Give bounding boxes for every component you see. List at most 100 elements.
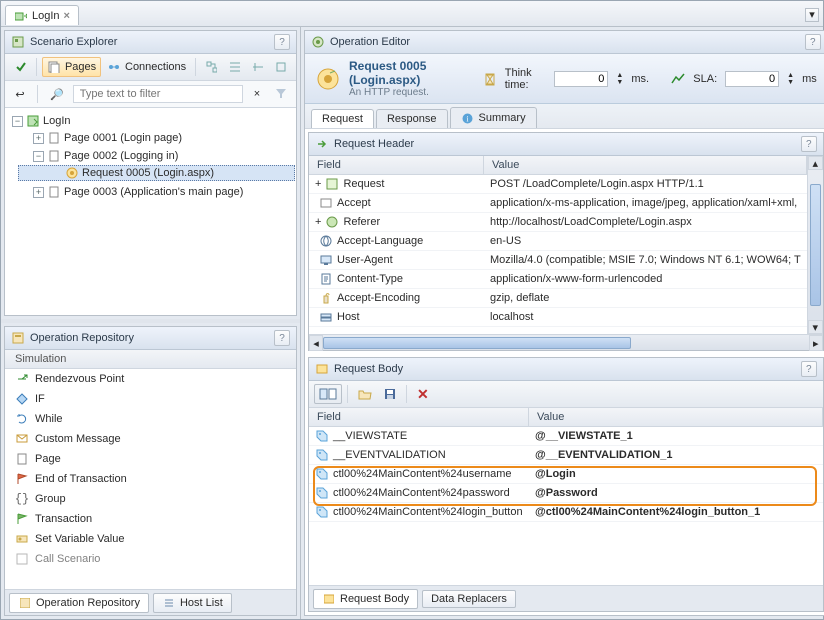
op-editor-header: Operation Editor ? — [305, 31, 824, 54]
page-icon — [47, 185, 61, 199]
tree-node-root[interactable]: LogIn — [43, 115, 71, 127]
body-view-toggle[interactable] — [314, 384, 342, 404]
expand-toggle[interactable]: + — [315, 216, 321, 228]
page-icon — [15, 452, 29, 466]
spin-down[interactable]: ▼ — [787, 79, 794, 86]
tab-summary[interactable]: iSummary — [450, 107, 537, 128]
tree-node-page1[interactable]: Page 0001 (Login page) — [64, 132, 182, 144]
list-item[interactable]: Page — [5, 449, 296, 469]
help-button[interactable]: ? — [274, 330, 290, 346]
body-bottom-tabs: Request Body Data Replacers — [309, 585, 823, 611]
col-value[interactable]: Value — [484, 156, 807, 174]
request-body-title: Request Body — [334, 363, 796, 375]
tree-btn-3[interactable] — [247, 57, 268, 77]
script-icon — [26, 114, 40, 128]
host-icon — [319, 310, 333, 324]
spin-up[interactable]: ▲ — [616, 72, 623, 79]
col-field[interactable]: Field — [309, 156, 484, 174]
help-button[interactable]: ? — [274, 34, 290, 50]
body-toolbar: ✕ — [309, 381, 823, 408]
main-tab-label: LogIn — [32, 10, 60, 22]
list-item[interactable]: End of Transaction — [5, 469, 296, 489]
request-body-grid[interactable]: Field Value __VIEWSTATE@__VIEWSTATE_1 __… — [309, 408, 823, 585]
h-scrollbar[interactable]: ◂▸ — [309, 334, 823, 350]
connections-button[interactable]: Connections — [103, 57, 190, 77]
filter-shape-button[interactable] — [271, 84, 291, 104]
tab-op-repo[interactable]: Operation Repository — [9, 593, 149, 613]
pages-icon — [47, 60, 61, 74]
request-header-panel: Request Header ? — [309, 133, 823, 156]
sla-input[interactable] — [725, 71, 779, 87]
list-item[interactable]: IF — [5, 389, 296, 409]
col-field[interactable]: Field — [309, 408, 529, 426]
tree-btn-4[interactable] — [270, 57, 291, 77]
op-repo-group: Simulation — [5, 350, 296, 369]
tag-icon — [315, 448, 329, 462]
call-icon — [15, 552, 29, 566]
tree-node-page2[interactable]: Page 0002 (Logging in) — [64, 150, 178, 162]
expand-toggle[interactable]: + — [33, 187, 44, 198]
request-icon — [315, 66, 341, 92]
ms-label: ms — [802, 73, 817, 85]
list-item[interactable]: Custom Message — [5, 429, 296, 449]
find-button[interactable]: 🔎 — [45, 84, 69, 104]
tab-overflow-button[interactable]: ▾ — [805, 8, 819, 22]
tab-data-replacers[interactable]: Data Replacers — [422, 590, 516, 608]
body-icon — [315, 362, 329, 376]
accept-icon — [319, 196, 333, 210]
op-repo-icon — [18, 596, 32, 610]
close-icon[interactable]: × — [64, 10, 70, 22]
think-time-input[interactable] — [554, 71, 608, 87]
expand-toggle[interactable]: − — [33, 151, 44, 162]
filter-row: ↩ 🔎 × — [5, 81, 296, 108]
expand-toggle[interactable]: − — [12, 116, 23, 127]
tag-icon — [315, 429, 329, 443]
list-item[interactable]: {}Group — [5, 489, 296, 509]
left-splitter[interactable] — [1, 319, 300, 323]
sla-icon — [671, 72, 685, 86]
help-button[interactable]: ? — [801, 136, 817, 152]
tree-btn-1[interactable] — [201, 57, 222, 77]
encoding-icon — [319, 291, 333, 305]
transaction-icon — [15, 512, 29, 526]
expand-toggle[interactable]: + — [315, 178, 321, 190]
tree-node-page3[interactable]: Page 0003 (Application's main page) — [64, 186, 243, 198]
spin-down[interactable]: ▼ — [616, 79, 623, 86]
pages-label: Pages — [65, 61, 96, 73]
op-title: Request 0005 (Login.aspx) — [349, 59, 467, 87]
tag-icon — [315, 486, 329, 500]
info-icon: i — [461, 111, 475, 125]
list-item[interactable]: Set Variable Value — [5, 529, 296, 549]
expand-toggle[interactable]: + — [33, 133, 44, 144]
save-button[interactable] — [379, 384, 401, 404]
help-button[interactable]: ? — [801, 361, 817, 377]
op-repo-list: Simulation Rendezvous Point IF While Cus… — [5, 350, 296, 589]
filter-input[interactable] — [73, 85, 243, 103]
tab-response[interactable]: Response — [376, 109, 448, 128]
list-item[interactable]: Rendezvous Point — [5, 369, 296, 389]
back-button[interactable]: ↩ — [10, 84, 30, 104]
end-flag-icon — [15, 472, 29, 486]
open-button[interactable] — [353, 384, 377, 404]
clear-filter-button[interactable]: × — [247, 84, 267, 104]
tab-request-body[interactable]: Request Body — [313, 589, 418, 609]
tab-host-list[interactable]: Host List — [153, 593, 232, 613]
check-button[interactable] — [10, 57, 31, 77]
tab-request[interactable]: Request — [311, 109, 374, 128]
scenario-tree[interactable]: − LogIn + Page 0001 (Login page) − Page 000… — [5, 108, 296, 315]
list-item[interactable]: While — [5, 409, 296, 429]
tree-node-request[interactable]: Request 0005 (Login.aspx) — [82, 167, 214, 179]
main-tab-login[interactable]: LogIn × — [5, 5, 79, 25]
sla-label: SLA: — [693, 73, 717, 85]
v-scrollbar[interactable]: ▴▾ — [807, 156, 823, 334]
spin-up[interactable]: ▲ — [787, 72, 794, 79]
delete-button[interactable]: ✕ — [412, 384, 434, 404]
op-subtitle: An HTTP request. — [349, 87, 467, 98]
col-value[interactable]: Value — [529, 408, 823, 426]
tree-btn-2[interactable] — [224, 57, 245, 77]
list-item[interactable]: Transaction — [5, 509, 296, 529]
pages-button[interactable]: Pages — [42, 57, 101, 77]
help-button[interactable]: ? — [805, 34, 821, 50]
request-header-grid[interactable]: Field Value +RequestPOST /LoadComplete/L… — [309, 156, 807, 334]
list-item[interactable]: Call Scenario — [5, 549, 296, 569]
